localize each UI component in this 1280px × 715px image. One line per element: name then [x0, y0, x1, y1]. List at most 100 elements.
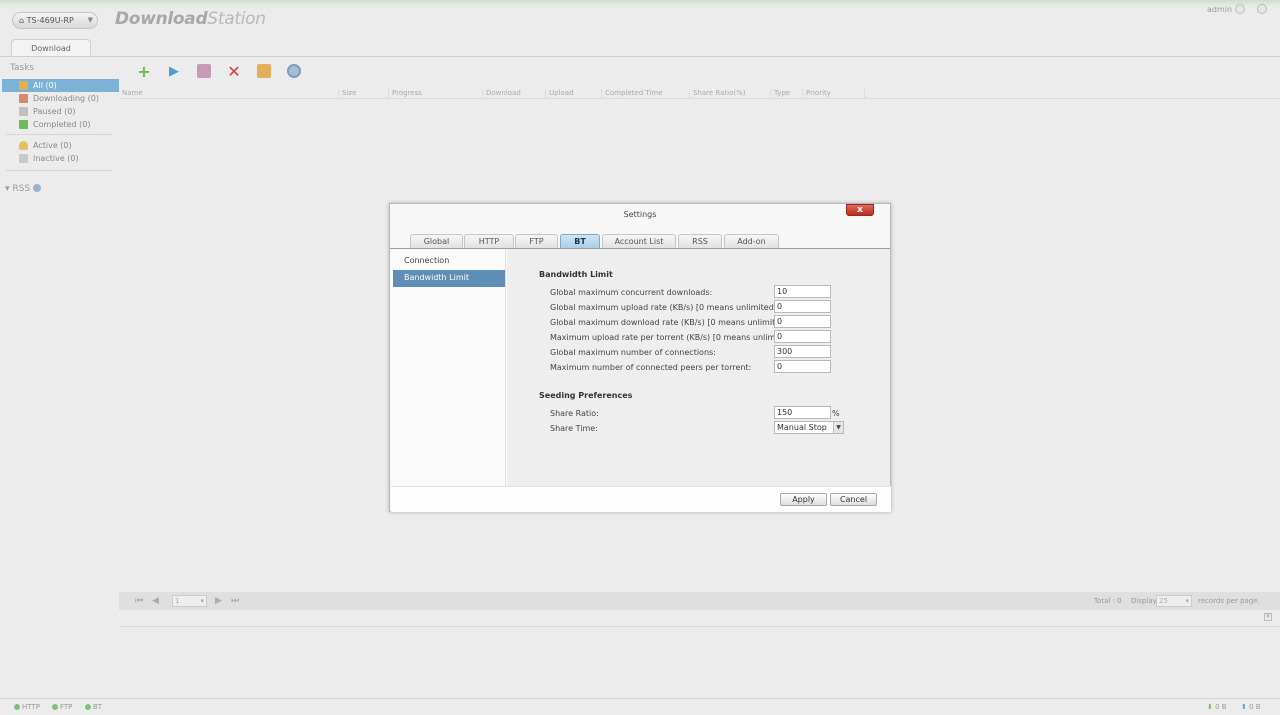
tab-global[interactable]: Global	[410, 234, 463, 248]
status-ftp: FTP	[52, 703, 72, 711]
status-bt: BT	[85, 703, 102, 711]
max-upload-rate-input[interactable]: 0	[774, 300, 831, 313]
tasks-heading: Tasks	[10, 63, 35, 73]
pause-icon[interactable]	[195, 62, 213, 80]
dialog-title: Settings	[623, 210, 657, 219]
sidebar-item-active[interactable]: Active (0)	[2, 139, 119, 152]
tab-ftp[interactable]: FTP	[515, 234, 558, 248]
max-download-rate-input[interactable]: 0	[774, 315, 831, 328]
download-speed: ⬇ 0 B	[1207, 703, 1227, 711]
paused-icon	[19, 107, 28, 116]
records-per-page-select[interactable]: 25 ▾	[1156, 595, 1192, 607]
add-task-icon[interactable]: +	[135, 62, 153, 81]
down-arrow-icon: ⬇	[1207, 703, 1213, 711]
column-header-priority[interactable]: Priority	[803, 89, 865, 99]
share-time-value: Manual Stop	[777, 423, 827, 432]
sidebar-item-all[interactable]: All (0)	[2, 79, 119, 92]
dialog-footer: Apply Cancel	[391, 486, 891, 512]
field-label: Global maximum upload rate (KB/s) [0 mea…	[550, 303, 780, 312]
collapse-panel-icon[interactable]: ¥	[1264, 613, 1272, 621]
sidebar-item-label: Completed (0)	[33, 120, 91, 129]
upload-speed: ⬆ 0 B	[1241, 703, 1261, 711]
bandwidth-limit-heading: Bandwidth Limit	[539, 270, 613, 279]
chevron-down-icon: ▼	[87, 16, 93, 24]
sidebar-divider	[6, 134, 112, 135]
apply-button[interactable]: Apply	[780, 493, 827, 506]
tab-add-on[interactable]: Add-on	[724, 234, 779, 248]
column-header-progress[interactable]: Progress	[389, 89, 483, 99]
active-bulb-icon	[19, 141, 28, 150]
max-concurrent-downloads-input[interactable]: 10	[774, 285, 831, 298]
server-menu-button[interactable]: ⌂ TS-469U-RP ▼	[12, 12, 98, 29]
tab-download[interactable]: Download	[11, 39, 91, 57]
nav-item-connection[interactable]: Connection	[393, 253, 505, 270]
settings-side-nav: Connection Bandwidth Limit	[391, 249, 506, 486]
sidebar-item-label: All (0)	[33, 81, 57, 90]
max-upload-per-torrent-input[interactable]: 0	[774, 330, 831, 343]
sidebar-item-inactive[interactable]: Inactive (0)	[2, 152, 119, 165]
sidebar-rss-section[interactable]: ▾ RSS	[5, 184, 41, 194]
start-play-icon[interactable]: ▶	[165, 62, 183, 80]
field-label: Maximum number of connected peers per to…	[550, 363, 752, 372]
display-label: Display	[1131, 597, 1157, 605]
downloading-icon	[19, 94, 28, 103]
cancel-button[interactable]: Cancel	[830, 493, 877, 506]
column-header-download[interactable]: Download	[483, 89, 546, 99]
up-arrow-icon: ⬆	[1241, 703, 1247, 711]
rss-label: RSS	[12, 184, 31, 194]
share-ratio-input[interactable]: 150	[774, 406, 831, 419]
prev-page-icon[interactable]: ◀	[152, 596, 159, 606]
all-tasks-icon	[19, 81, 28, 90]
share-time-select[interactable]: Manual Stop ▼	[774, 421, 844, 434]
status-bar: HTTP FTP BT ⬇ 0 B ⬆ 0 B	[0, 698, 1280, 715]
tab-account-list[interactable]: Account List	[602, 234, 676, 248]
sidebar-item-label: Inactive (0)	[33, 154, 79, 163]
page-select[interactable]: 1 ▾	[172, 595, 207, 607]
share-ratio-label: Share Ratio:	[550, 409, 599, 418]
column-header-share-ratio[interactable]: Share Ratio(%)	[690, 89, 771, 99]
completed-check-icon	[19, 120, 28, 129]
tab-bt[interactable]: BT	[560, 234, 600, 248]
records-per-page-label: records per page.	[1198, 597, 1260, 605]
next-page-icon[interactable]: ▶	[215, 596, 222, 606]
user-menu[interactable]: admin	[1207, 5, 1232, 14]
sidebar-item-label: Active (0)	[33, 141, 72, 150]
column-header-upload[interactable]: Upload	[546, 89, 602, 99]
delete-x-icon[interactable]: ✕	[225, 62, 243, 81]
user-name: admin	[1207, 5, 1233, 14]
close-dialog-button[interactable]: x	[846, 204, 874, 216]
last-page-icon[interactable]: ⏭	[231, 596, 239, 606]
app-logo: DownloadStation	[115, 9, 266, 29]
user-dropdown-icon[interactable]	[1235, 4, 1245, 14]
total-count: Total : 0	[1094, 597, 1122, 605]
max-peers-per-torrent-input[interactable]: 0	[774, 360, 831, 373]
tab-http[interactable]: HTTP	[464, 234, 514, 248]
column-header-type[interactable]: Type	[771, 89, 803, 99]
sidebar-item-paused[interactable]: Paused (0)	[2, 105, 119, 118]
settings-gear-icon[interactable]	[1257, 4, 1267, 14]
sidebar-item-downloading[interactable]: Downloading (0)	[2, 92, 119, 105]
status-http: HTTP	[14, 703, 40, 711]
seeding-preferences-heading: Seeding Preferences	[539, 391, 633, 400]
nav-item-bandwidth-limit[interactable]: Bandwidth Limit	[393, 270, 505, 287]
detail-panel-bar: ¥	[119, 610, 1280, 627]
server-label: TS-469U-RP	[26, 16, 74, 25]
field-label: Global maximum number of connections:	[550, 348, 716, 357]
chevron-down-icon: ▼	[833, 422, 843, 433]
field-label: Global maximum download rate (KB/s) [0 m…	[550, 318, 792, 327]
rss-add-icon[interactable]	[32, 184, 41, 192]
column-header-size[interactable]: Size	[339, 89, 389, 99]
tab-divider	[0, 56, 1280, 57]
column-header-completed-time[interactable]: Completed Time	[602, 89, 690, 99]
tab-rss[interactable]: RSS	[678, 234, 722, 248]
refresh-icon[interactable]	[285, 62, 303, 80]
field-label: Maximum upload rate per torrent (KB/s) […	[550, 333, 797, 342]
column-header-name[interactable]: Name	[119, 89, 339, 99]
sidebar-item-completed[interactable]: Completed (0)	[2, 118, 119, 131]
percent-unit: %	[832, 409, 840, 418]
max-connections-input[interactable]: 300	[774, 345, 831, 358]
first-page-icon[interactable]: ⏮	[135, 596, 143, 606]
task-list-icon[interactable]	[255, 62, 273, 80]
sidebar-item-label: Paused (0)	[33, 107, 76, 116]
settings-dialog: Settings x Global HTTP FTP BT Account Li…	[389, 203, 891, 512]
